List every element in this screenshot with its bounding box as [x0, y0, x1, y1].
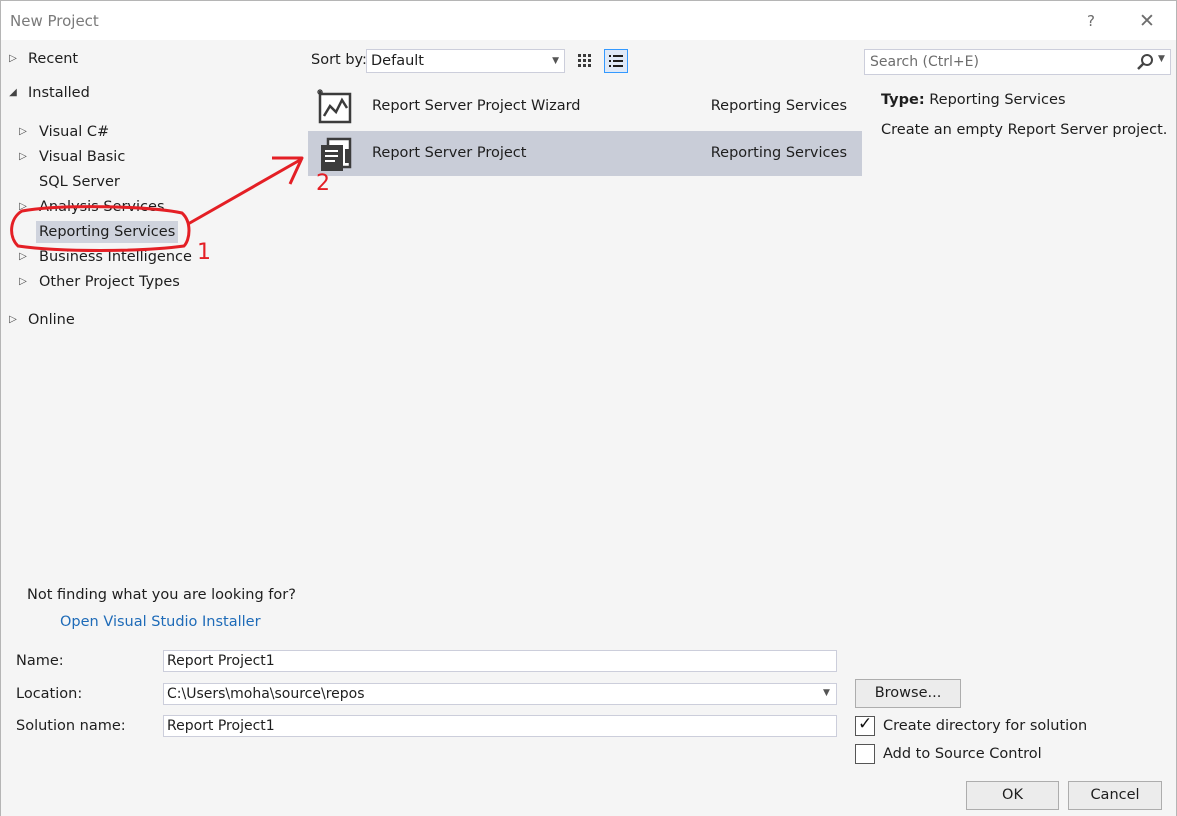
help-button[interactable]: ? — [1077, 9, 1105, 33]
list-toolbar: Sort by: Default ▼ — [306, 40, 862, 82]
template-item-selected[interactable]: Report Server Project Reporting Services — [308, 131, 862, 176]
create-directory-checkbox[interactable]: ✓ — [855, 714, 875, 736]
template-item[interactable]: Report Server Project Wizard Reporting S… — [308, 84, 862, 129]
project-name-field[interactable] — [163, 650, 837, 672]
tree-item-label: SQL Server — [39, 174, 120, 190]
tree-item-label: Analysis Services — [39, 199, 165, 215]
search-box[interactable]: ▼ — [864, 49, 1171, 75]
new-project-dialog: New Project ? ✕ ▷ Recent ◢ Installed ▷ V… — [0, 0, 1177, 816]
expand-arrow-icon[interactable]: ▷ — [18, 196, 28, 218]
solution-name-label: Solution name: — [16, 718, 126, 734]
chevron-down-icon[interactable]: ▼ — [1158, 54, 1165, 64]
open-installer-link[interactable]: Open Visual Studio Installer — [60, 614, 261, 630]
cancel-button[interactable]: Cancel — [1068, 781, 1162, 810]
tree-item-label: Visual Basic — [39, 149, 126, 165]
tree-item-label: Business Intelligence — [39, 249, 192, 265]
browse-button[interactable]: Browse... — [855, 679, 961, 708]
checkmark-icon: ✓ — [858, 714, 873, 734]
search-icon[interactable] — [1136, 53, 1154, 71]
small-icons-view-button[interactable] — [573, 49, 597, 73]
template-name: Report Server Project — [372, 145, 527, 161]
template-type: Type: Reporting Services — [881, 92, 1066, 108]
chevron-down-icon[interactable]: ▼ — [823, 688, 830, 698]
template-tree: ▷ Recent ◢ Installed ▷ Visual C# ▷ Visua… — [1, 40, 306, 641]
expand-arrow-icon[interactable]: ▷ — [8, 48, 18, 70]
report-project-icon — [321, 137, 352, 171]
template-list: Report Server Project Wizard Reporting S… — [306, 82, 862, 641]
expand-arrow-icon[interactable]: ▷ — [18, 271, 28, 293]
search-input[interactable] — [865, 50, 1125, 74]
sort-by-value: Default — [371, 53, 424, 69]
report-wizard-icon — [317, 89, 352, 124]
sort-by-label: Sort by: — [311, 52, 367, 68]
close-button[interactable]: ✕ — [1133, 9, 1161, 33]
source-control-label: Add to Source Control — [883, 746, 1042, 762]
expand-arrow-icon[interactable]: ▷ — [18, 146, 28, 168]
name-label: Name: — [16, 653, 64, 669]
window-title: New Project — [10, 12, 99, 30]
expand-arrow-icon[interactable]: ▷ — [18, 121, 28, 143]
ok-button[interactable]: OK — [966, 781, 1059, 810]
step-number-1: 1 — [197, 240, 211, 265]
create-directory-label: Create directory for solution — [883, 718, 1088, 734]
tree-item-label: Installed — [28, 85, 90, 101]
tree-item-label: Recent — [28, 51, 79, 67]
template-category: Reporting Services — [710, 145, 847, 161]
collapse-arrow-icon[interactable]: ◢ — [8, 82, 18, 104]
type-label: Type: — [881, 92, 925, 108]
tree-item-label: Reporting Services — [36, 221, 179, 243]
title-bar: New Project ? ✕ — [1, 1, 1176, 40]
list-view-icon — [609, 55, 623, 67]
sort-by-select[interactable]: Default ▼ — [366, 49, 565, 73]
chevron-down-icon: ▼ — [552, 56, 559, 66]
grid-view-icon — [578, 54, 591, 67]
list-view-button[interactable] — [604, 49, 628, 73]
step-number-2: 2 — [316, 171, 330, 196]
solution-name-field[interactable] — [163, 715, 837, 737]
expand-arrow-icon[interactable]: ▷ — [18, 246, 28, 268]
template-category: Reporting Services — [710, 98, 847, 114]
tree-item-label: Visual C# — [39, 124, 110, 140]
source-control-checkbox[interactable] — [855, 744, 875, 764]
tree-item-label: Online — [28, 312, 75, 328]
tree-item-label: Other Project Types — [39, 274, 180, 290]
type-value: Reporting Services — [929, 92, 1066, 108]
template-name: Report Server Project Wizard — [372, 98, 581, 114]
template-description: Create an empty Report Server project. — [881, 122, 1168, 138]
location-label: Location: — [16, 686, 83, 702]
location-field[interactable] — [163, 683, 837, 705]
expand-arrow-icon[interactable]: ▷ — [8, 309, 18, 331]
not-finding-text: Not finding what you are looking for? — [27, 587, 296, 603]
